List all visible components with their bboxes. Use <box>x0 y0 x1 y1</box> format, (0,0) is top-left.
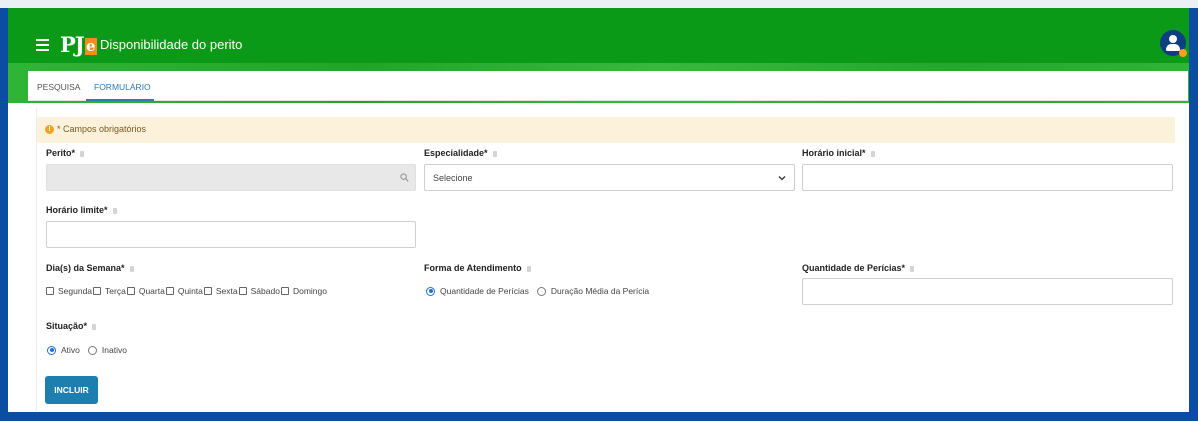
incluir-button[interactable]: INCLUIR <box>45 376 98 404</box>
help-icon[interactable] <box>910 265 915 272</box>
checkbox-domingo[interactable] <box>280 287 289 295</box>
situacao-label: Situação* <box>46 321 97 331</box>
help-icon[interactable] <box>112 207 117 214</box>
search-icon[interactable] <box>400 173 409 182</box>
page-title: Disponibilidade do perito <box>100 37 243 52</box>
situacao-radios: Ativo Inativo <box>47 345 135 355</box>
window-top-strip <box>0 0 1198 8</box>
forma-atendimento-label: Forma de Atendimento <box>424 263 531 273</box>
perito-label: Perito* <box>46 148 85 158</box>
horario-inicial-input[interactable] <box>802 164 1173 191</box>
alert-text: * Campos obrigatórios <box>57 124 147 134</box>
horario-inicial-label: Horário inicial* <box>802 148 875 158</box>
especialidade-label: Especialidade* <box>424 148 497 158</box>
checkbox-sexta[interactable] <box>203 287 212 295</box>
logo-e-badge: e <box>84 37 97 55</box>
notification-dot <box>1179 49 1187 57</box>
radio-inativo[interactable] <box>87 345 97 355</box>
pje-logo[interactable]: PJ e <box>60 34 97 56</box>
help-icon[interactable] <box>92 323 97 330</box>
help-icon[interactable] <box>526 265 531 272</box>
radio-quantidade-pericias[interactable] <box>426 286 435 296</box>
especialidade-selected: Selecione <box>433 173 473 183</box>
window-right-border <box>1189 8 1198 421</box>
quantidade-pericias-label: Quantidade de Perícias* <box>802 263 915 273</box>
radio-ativo[interactable] <box>47 345 56 355</box>
user-avatar[interactable] <box>1160 30 1187 57</box>
help-icon[interactable] <box>80 150 85 157</box>
quantidade-pericias-input[interactable] <box>802 278 1173 305</box>
tab-formulario[interactable]: FORMULÁRIO <box>94 82 151 92</box>
horario-limite-label: Horário limite* <box>46 205 117 215</box>
dias-semana-label: Dia(s) da Semana* <box>46 263 134 273</box>
help-icon[interactable] <box>129 265 134 272</box>
help-icon[interactable] <box>492 150 497 157</box>
form-panel <box>36 108 1188 411</box>
logo-text: PJ <box>60 32 85 57</box>
forma-atendimento-radios: Quantidade de Perícias Duração Média da … <box>426 286 657 296</box>
tab-pesquisa[interactable]: PESQUISA <box>37 82 80 92</box>
especialidade-select[interactable]: Selecione <box>424 164 795 191</box>
checkbox-segunda[interactable] <box>46 287 54 295</box>
checkbox-quinta[interactable] <box>165 287 174 295</box>
radio-duracao-media[interactable] <box>536 286 546 296</box>
info-icon: ! <box>45 125 54 134</box>
required-fields-alert: ! * Campos obrigatórios <box>37 117 1175 143</box>
help-icon[interactable] <box>870 150 875 157</box>
active-tab-indicator <box>86 99 154 101</box>
window-bottom-border <box>0 412 1198 421</box>
checkbox-terca[interactable] <box>93 287 102 295</box>
tabs-bar: PESQUISA FORMULÁRIO <box>28 71 1188 101</box>
menu-icon[interactable] <box>36 39 49 51</box>
window-left-border <box>0 8 8 421</box>
checkbox-sabado[interactable] <box>238 287 247 295</box>
chevron-down-icon <box>778 176 786 181</box>
checkbox-quarta[interactable] <box>126 287 135 295</box>
perito-input <box>46 164 416 191</box>
horario-limite-input[interactable] <box>46 221 416 248</box>
dias-semana-checkboxes: Segunda Terça Quarta Quinta Sexta Sábado… <box>46 286 328 296</box>
